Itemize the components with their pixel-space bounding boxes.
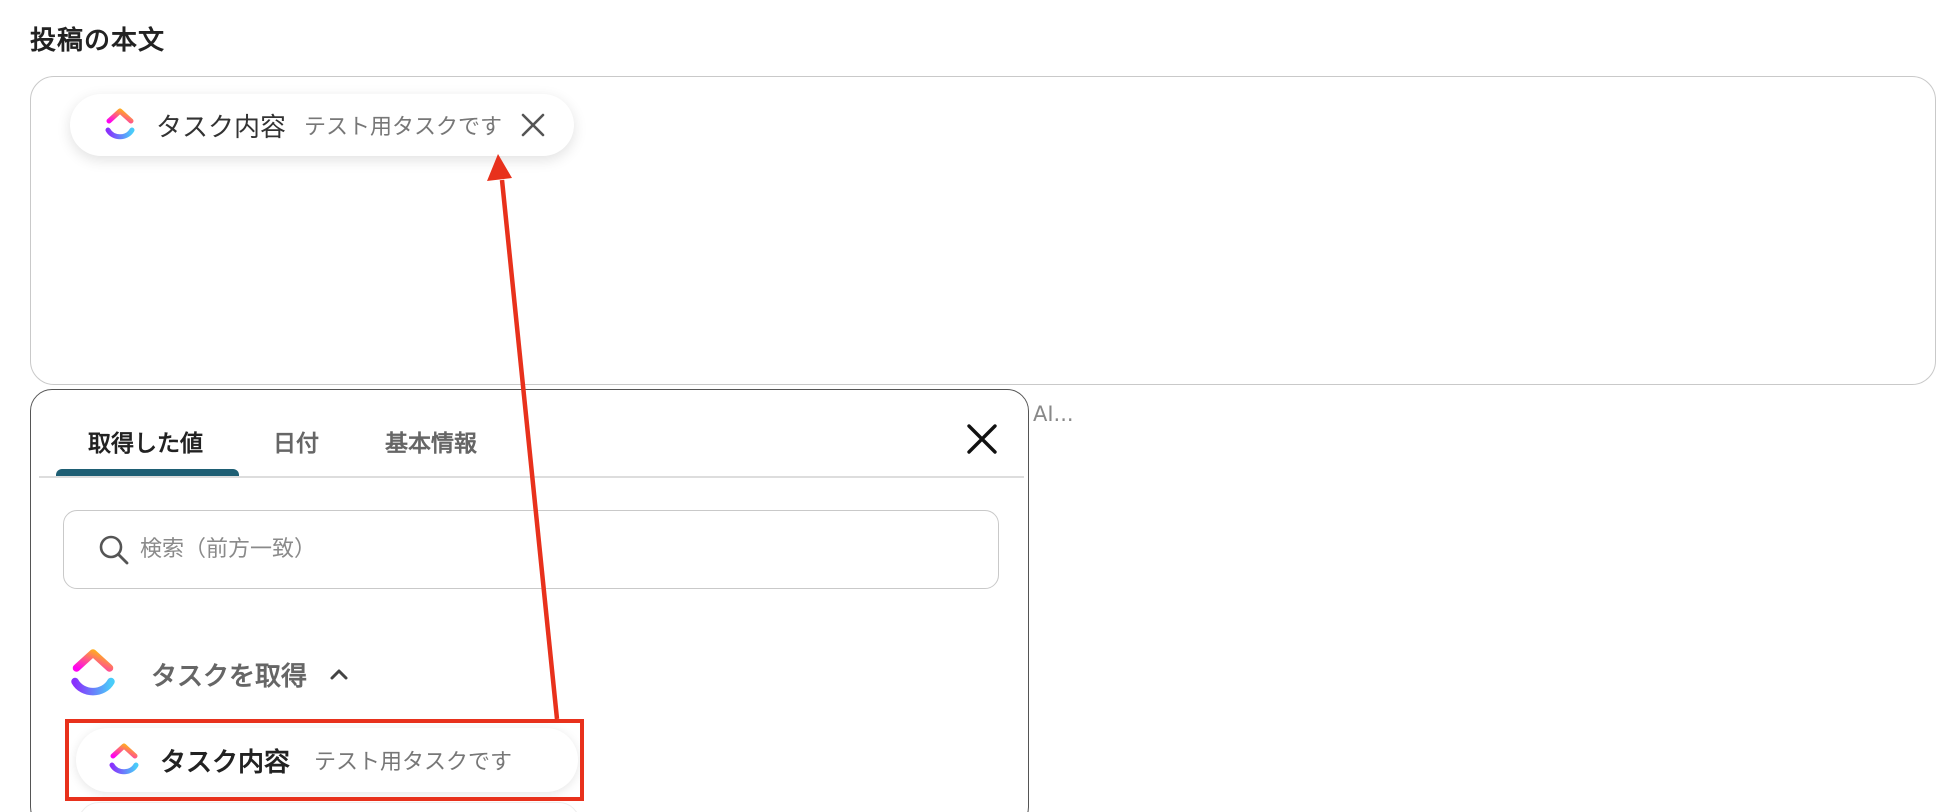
tab-retrieved-values[interactable]: 取得した値 <box>88 424 203 458</box>
close-icon[interactable] <box>520 112 546 138</box>
page: 投稿の本文 タスク内容 テスト用タスクです AI... 取得した値 日付 基本情… <box>0 0 1960 812</box>
search-icon <box>99 535 129 564</box>
value-item-task-content[interactable]: タスク内容 テスト用タスクです <box>76 728 578 792</box>
inserted-value-chip[interactable]: タスク内容 テスト用タスクです <box>70 94 574 156</box>
ai-hint-text: AI... <box>1033 402 1074 426</box>
clickup-logo-icon <box>105 108 135 140</box>
search-input[interactable] <box>138 536 962 563</box>
tab-divider <box>39 476 1024 478</box>
group-header-get-task[interactable]: タスクを取得 <box>69 644 349 704</box>
clickup-logo-icon <box>109 743 139 775</box>
chip-value: テスト用タスクです <box>304 115 503 140</box>
list-item[interactable] <box>78 802 580 812</box>
active-tab-indicator <box>56 469 239 476</box>
tab-basic-info[interactable]: 基本情報 <box>385 424 477 458</box>
group-title: タスクを取得 <box>151 661 308 692</box>
tab-date[interactable]: 日付 <box>273 424 319 458</box>
close-icon[interactable] <box>965 422 999 456</box>
chevron-up-icon[interactable] <box>329 667 349 681</box>
post-body-title: 投稿の本文 <box>30 26 166 56</box>
item-value: テスト用タスクです <box>314 750 513 775</box>
search-field[interactable] <box>63 510 999 589</box>
clickup-logo-icon <box>71 649 115 696</box>
item-label: タスク内容 <box>160 747 291 778</box>
chip-label: タスク内容 <box>156 112 287 143</box>
